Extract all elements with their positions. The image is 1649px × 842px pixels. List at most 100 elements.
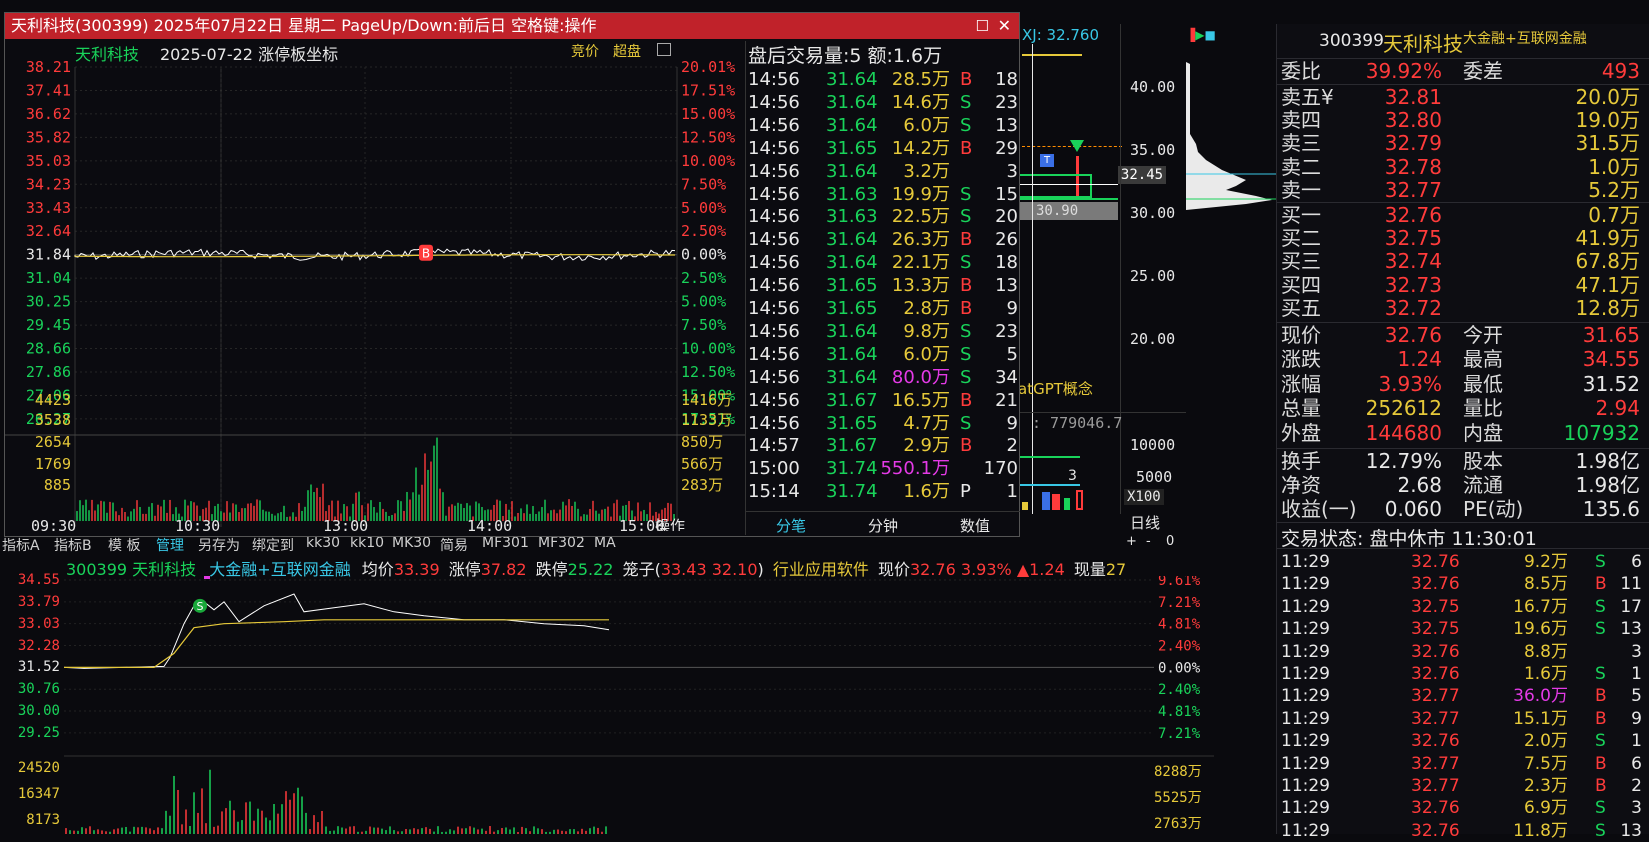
toolbar-item-4[interactable]: 另存为 <box>198 535 240 555</box>
tick-side: B <box>1595 776 1607 796</box>
toolbar-item-1[interactable]: 指标B <box>54 535 92 555</box>
tick-price: 32.77 <box>1411 708 1460 729</box>
tick-count: 6 <box>1631 753 1642 774</box>
kline-price-marker: 32.45 <box>1118 166 1166 184</box>
trade-side: S <box>960 343 972 365</box>
toolbar-item-10[interactable]: MF301 <box>482 535 529 551</box>
tick-row[interactable]: 11:29 32.77 36.0万 B 5 <box>1277 685 1649 707</box>
zoom-in-button[interactable]: + <box>1126 534 1137 549</box>
intraday-pct-tick: 9.61% <box>1158 576 1201 589</box>
tab-ticks[interactable]: 分笔 <box>776 515 806 536</box>
trade-count: 23 <box>995 320 1018 342</box>
toolbar-item-12[interactable]: MA <box>594 535 616 551</box>
pct-tick: 17.51% <box>681 81 735 99</box>
toolbar-item-6[interactable]: kk30 <box>306 535 340 551</box>
chaopan-button[interactable]: 超盘 <box>613 41 641 61</box>
bid-volume: 0.7万 <box>1588 203 1640 227</box>
ask-price: 32.79 <box>1384 131 1442 156</box>
vol-tick-right: 850万 <box>681 433 723 451</box>
trade-amount: 16.5万 <box>891 389 950 411</box>
trade-amount: 2.8万 <box>903 298 950 319</box>
tab-values[interactable]: 数值 <box>960 515 990 536</box>
time-tick: 10:30 <box>175 517 220 531</box>
price-tick: 27.86 <box>26 363 71 381</box>
operate-button[interactable]: 操作 <box>655 517 685 531</box>
trade-side: B <box>960 275 973 297</box>
maximize-icon[interactable]: ☐ <box>976 13 989 39</box>
intraday-panel[interactable]: 300399 天利科技 大金融+互联网金融 均价33.39 涨停37.82 跌停… <box>0 556 1276 834</box>
intraday-price-tick: 31.52 <box>17 659 60 676</box>
price-tick: 31.84 <box>26 246 71 264</box>
toolbar-item-3[interactable]: 管理 <box>156 535 184 555</box>
tick-row[interactable]: 11:29 32.76 1.6万 S 1 <box>1277 663 1649 685</box>
tick-count: 13 <box>1620 619 1642 640</box>
tick-row[interactable]: 11:29 32.77 2.3万 B 2 <box>1277 775 1649 797</box>
daily-button[interactable]: 日线 <box>1130 512 1160 533</box>
trade-count: 23 <box>995 91 1018 113</box>
kline-panel[interactable]: XJ: 32.760 T 32.45 30.90 40.00 35.00 30.… <box>1018 24 1186 536</box>
trade-price: 31.64 <box>826 320 878 342</box>
trade-row: 14:56 31.65 13.3万 B 13 <box>746 275 1020 298</box>
trade-price: 31.64 <box>826 160 878 182</box>
stat-row: 现价 32.76 今开 31.65 <box>1277 324 1649 347</box>
ask-label: 卖二 <box>1281 154 1321 179</box>
bid-volume: 41.9万 <box>1575 226 1640 251</box>
toolbar-item-0[interactable]: 指标A <box>2 535 40 555</box>
tick-row[interactable]: 11:29 32.76 8.5万 B 11 <box>1277 573 1649 595</box>
toolbar-item-11[interactable]: MF302 <box>538 535 585 551</box>
tick-time: 11:29 <box>1281 820 1330 841</box>
bid-volume: 12.8万 <box>1575 295 1640 320</box>
kline-separator <box>1018 412 1186 413</box>
trade-side: B <box>960 229 973 251</box>
tab-minutes[interactable]: 分钟 <box>868 515 898 536</box>
tick-row[interactable]: 11:29 32.75 19.6万 S 13 <box>1277 618 1649 640</box>
stat-value: 31.52 <box>1582 371 1640 396</box>
trade-count: 5 <box>1006 343 1018 365</box>
stat-label: 收益(一) <box>1281 497 1357 522</box>
jingjia-button[interactable]: 竞价 <box>571 41 599 61</box>
trade-price: 31.64 <box>826 114 878 136</box>
bid-price: 32.75 <box>1384 226 1442 251</box>
panel-toggle-icon[interactable] <box>657 43 671 56</box>
tick-count: 1 <box>1631 731 1642 752</box>
trade-count: 18 <box>995 69 1018 90</box>
tick-row[interactable]: 11:29 32.75 16.7万 S 17 <box>1277 596 1649 618</box>
popup-title-bar[interactable]: 天利科技(300399) 2025年07月22日 星期二 PageUp/Down… <box>5 13 1019 39</box>
toolbar-item-2[interactable]: 模 板 <box>108 535 140 555</box>
trade-time: 14:56 <box>748 206 800 228</box>
toolbar-item-8[interactable]: MK30 <box>392 535 431 551</box>
bid-price: 32.72 <box>1384 295 1442 320</box>
close-icon[interactable]: ✕ <box>998 13 1011 39</box>
tick-count: 11 <box>1620 574 1642 595</box>
kline-t-marker-icon: T <box>1040 154 1054 167</box>
stat-label: 最低 <box>1463 371 1503 396</box>
bid-row: 买一 32.76 0.7万 <box>1277 204 1649 227</box>
trade-price: 31.63 <box>826 183 878 205</box>
trade-time: 14:57 <box>748 435 800 457</box>
price-tick: 33.43 <box>26 199 71 217</box>
tick-row[interactable]: 11:29 32.76 2.0万 S 1 <box>1277 730 1649 752</box>
tick-amount: 2.3万 <box>1523 776 1568 796</box>
trade-row: 15:00 31.74 550.1万 170 <box>746 458 1020 481</box>
price-tick: 32.64 <box>26 222 71 240</box>
trade-side: S <box>960 114 972 136</box>
intraday-vol-tick-right: 8288万 <box>1154 764 1202 780</box>
trade-row: 14:56 31.64 28.5万 B 18 <box>746 69 1020 92</box>
tick-row[interactable]: 11:29 32.76 8.8万 3 <box>1277 641 1649 663</box>
tick-row[interactable]: 11:29 32.77 15.1万 B 9 <box>1277 708 1649 730</box>
stat-value: 31.65 <box>1582 323 1640 347</box>
weicha-label: 委差 <box>1463 59 1503 83</box>
zoom-out-button[interactable]: - <box>1146 534 1151 549</box>
tick-row[interactable]: 11:29 32.76 6.9万 S 3 <box>1277 797 1649 819</box>
toolbar-item-9[interactable]: 简易 <box>440 535 468 555</box>
tick-row[interactable]: 11:29 32.76 9.2万 S 6 <box>1277 551 1649 573</box>
weicha-value: 493 <box>1601 59 1640 83</box>
stat-label: 涨跌 <box>1281 347 1321 372</box>
toolbar-item-7[interactable]: kk10 <box>350 535 384 551</box>
history-popup-window[interactable]: 天利科技(300399) 2025年07月22日 星期二 PageUp/Down… <box>4 12 1020 537</box>
zoom-reset-button[interactable]: 0 <box>1166 534 1174 549</box>
tick-row[interactable]: 11:29 32.77 7.5万 B 6 <box>1277 753 1649 775</box>
trade-time: 14:56 <box>748 69 800 90</box>
toolbar-item-5[interactable]: 绑定到 <box>252 535 294 555</box>
tick-row[interactable]: 11:29 32.76 11.8万 S 13 <box>1277 820 1649 842</box>
